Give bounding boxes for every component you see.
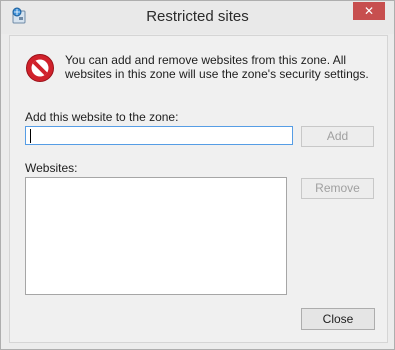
add-website-label: Add this website to the zone:	[25, 110, 179, 124]
websites-label: Websites:	[25, 161, 78, 175]
website-input[interactable]	[25, 126, 293, 145]
dialog-title: Restricted sites	[146, 8, 249, 25]
text-caret	[30, 129, 31, 143]
remove-button[interactable]: Remove	[301, 178, 374, 199]
close-button[interactable]: Close	[301, 308, 375, 330]
title-bar[interactable]: Restricted sites ✕	[1, 1, 394, 34]
window-close-button[interactable]: ✕	[353, 2, 385, 20]
close-icon: ✕	[363, 4, 375, 18]
dialog-content: You can add and remove websites from thi…	[9, 35, 388, 343]
restricted-zone-icon	[26, 54, 54, 82]
websites-list[interactable]	[25, 177, 287, 295]
add-button[interactable]: Add	[301, 126, 374, 147]
zone-info-text: You can add and remove websites from thi…	[65, 53, 369, 81]
restricted-sites-dialog: Restricted sites ✕ You can add and remov…	[0, 0, 395, 350]
